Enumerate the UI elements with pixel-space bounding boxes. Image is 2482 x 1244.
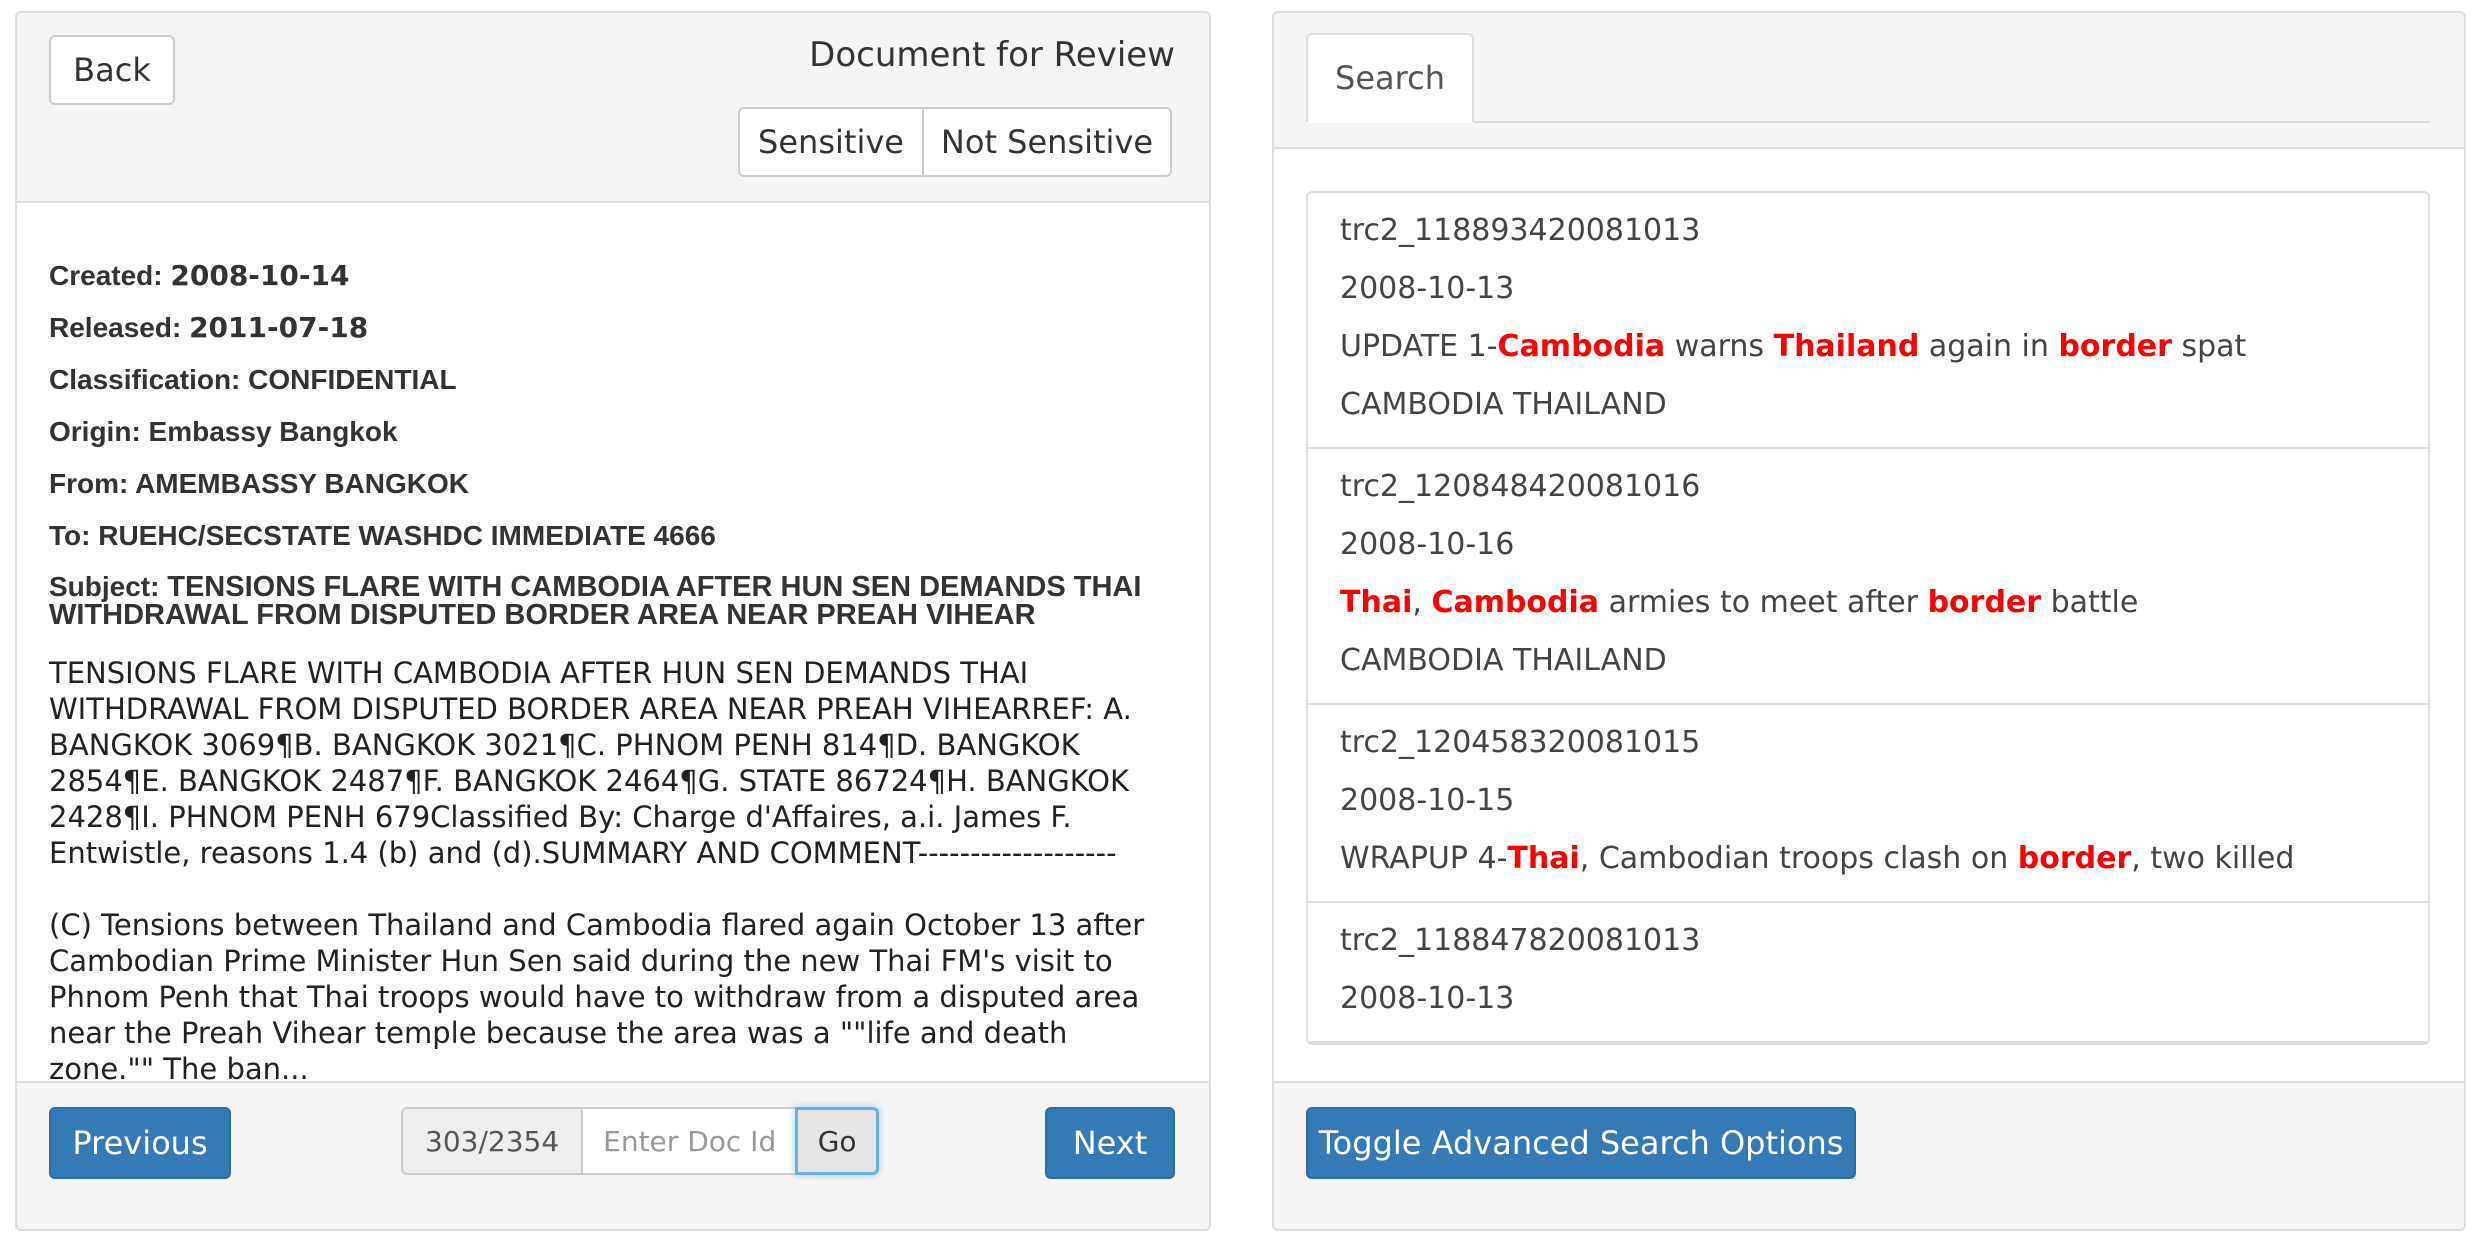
highlighted-term: border [2017, 841, 2132, 876]
page-title: Document for Review [809, 35, 1175, 75]
meta-subject-value: TENSIONS FLARE WITH CAMBODIA AFTER HUN S… [49, 571, 1142, 631]
meta-created-value: 2008-10-14 [170, 259, 350, 292]
highlighted-term: border [2058, 329, 2172, 364]
headline-text: warns [1665, 329, 1774, 364]
meta-origin: Origin: Embassy Bangkok [49, 417, 1177, 447]
meta-to-value: RUEHC/SECSTATE WASHDC IMMEDIATE 4666 [98, 520, 716, 551]
search-tabs-header: Search [1274, 13, 2464, 149]
headline-text: again in [1919, 329, 2059, 364]
meta-classification-value: CONFIDENTIAL [248, 364, 457, 395]
highlighted-term: Thai [1340, 585, 1413, 620]
previous-button[interactable]: Previous [49, 1107, 231, 1179]
document-content[interactable]: Created: 2008-10-14 Released: 2011-07-18… [17, 203, 1209, 1084]
highlighted-term: Cambodia [1497, 329, 1666, 364]
tab-search[interactable]: Search [1306, 33, 1474, 123]
go-button[interactable]: Go [795, 1107, 880, 1175]
meta-origin-label: Origin: [49, 416, 141, 447]
result-headline: UPDATE 1-Cambodia warns Thailand again i… [1340, 327, 2396, 367]
result-date: 2008-10-15 [1340, 783, 1515, 818]
headline-text: battle [2041, 585, 2139, 620]
search-footer: Toggle Advanced Search Options [1274, 1081, 2464, 1229]
headline-text: , two killed [2131, 841, 2295, 876]
result-date: 2008-10-16 [1340, 527, 1515, 562]
search-result-item[interactable]: trc2_118893420081013 2008-10-13 UPDATE 1-C… [1308, 193, 2428, 449]
highlighted-term: border [1927, 585, 2042, 620]
headline-text: UPDATE 1- [1340, 329, 1498, 364]
meta-released-label: Released: [49, 312, 182, 343]
meta-created: Created: 2008-10-14 [49, 261, 1177, 291]
search-results-area[interactable]: trc2_118893420081013 2008-10-13 UPDATE 1-C… [1274, 149, 2464, 1083]
result-doc-id: trc2_118847820081013 [1340, 923, 1701, 958]
highlighted-term: Cambodia [1431, 585, 1600, 620]
meta-released: Released: 2011-07-18 [49, 313, 1177, 343]
not-sensitive-button[interactable]: Not Sensitive [922, 107, 1172, 177]
result-date: 2008-10-13 [1340, 271, 1515, 306]
meta-released-value: 2011-07-18 [189, 311, 369, 344]
highlighted-term: Thai [1507, 841, 1580, 876]
result-headline: WRAPUP 4-Thai, Cambodian troops clash on… [1340, 839, 2396, 879]
meta-subject-label: Subject: [49, 571, 160, 602]
document-review-panel: Back Document for Review Sensitive Not S… [15, 11, 1211, 1231]
pager-footer: Previous 303/2354 Go Next [17, 1081, 1209, 1229]
search-result-item[interactable]: trc2_118847820081013 2008-10-13 [1308, 903, 2428, 1043]
meta-origin-value: Embassy Bangkok [148, 416, 398, 447]
result-tags: CAMBODIA THAILAND [1340, 387, 1667, 422]
toggle-advanced-search-button[interactable]: Toggle Advanced Search Options [1306, 1107, 1856, 1179]
meta-created-label: Created: [49, 260, 163, 291]
meta-from-label: From: [49, 468, 129, 499]
doc-counter: 303/2354 [401, 1107, 584, 1175]
result-headline: Thai, Cambodia armies to meet after bord… [1340, 583, 2396, 623]
meta-classification-label: Classification: [49, 364, 241, 395]
search-result-item[interactable]: trc2_120458320081015 2008-10-15 WRAPUP 4-T… [1308, 705, 2428, 903]
document-body-paragraph: TENSIONS FLARE WITH CAMBODIA AFTER HUN S… [49, 656, 1132, 870]
tab-divider [1306, 121, 2430, 123]
result-doc-id: trc2_120458320081015 [1340, 725, 1701, 760]
headline-text: , Cambodian troops clash on [1579, 841, 2018, 876]
back-button[interactable]: Back [49, 35, 175, 105]
result-doc-id: trc2_118893420081013 [1340, 213, 1701, 248]
search-result-item[interactable]: trc2_120848420081016 2008-10-16 Thai, Camb… [1308, 449, 2428, 705]
meta-to: To: RUEHC/SECSTATE WASHDC IMMEDIATE 4666 [49, 521, 1177, 551]
headline-text: armies to meet after [1599, 585, 1928, 620]
result-tags: CAMBODIA THAILAND [1340, 643, 1667, 678]
highlighted-term: Thailand [1773, 329, 1920, 364]
result-doc-id: trc2_120848420081016 [1340, 469, 1701, 504]
headline-text: spat [2171, 329, 2247, 364]
doc-id-input[interactable] [583, 1107, 796, 1175]
search-results-list: trc2_118893420081013 2008-10-13 UPDATE 1-C… [1306, 191, 2430, 1045]
headline-text: WRAPUP 4- [1340, 841, 1508, 876]
meta-to-label: To: [49, 520, 91, 551]
meta-from: From: AMEMBASSY BANGKOK [49, 469, 1177, 499]
result-date: 2008-10-13 [1340, 981, 1515, 1016]
next-button[interactable]: Next [1045, 1107, 1175, 1179]
goto-doc-group: 303/2354 Go [401, 1107, 880, 1175]
meta-from-value: AMEMBASSY BANGKOK [135, 468, 470, 499]
headline-text: , [1412, 585, 1432, 620]
sensitive-button[interactable]: Sensitive [738, 107, 924, 177]
document-body-paragraph: (C) Tensions between Thailand and Cambod… [49, 908, 1145, 1083]
review-header: Back Document for Review Sensitive Not S… [17, 13, 1209, 203]
search-panel: Search trc2_118893420081013 2008-10-13 UPD… [1272, 11, 2466, 1231]
meta-subject: Subject: TENSIONS FLARE WITH CAMBODIA AF… [49, 571, 1177, 631]
meta-classification: Classification: CONFIDENTIAL [49, 365, 1177, 395]
